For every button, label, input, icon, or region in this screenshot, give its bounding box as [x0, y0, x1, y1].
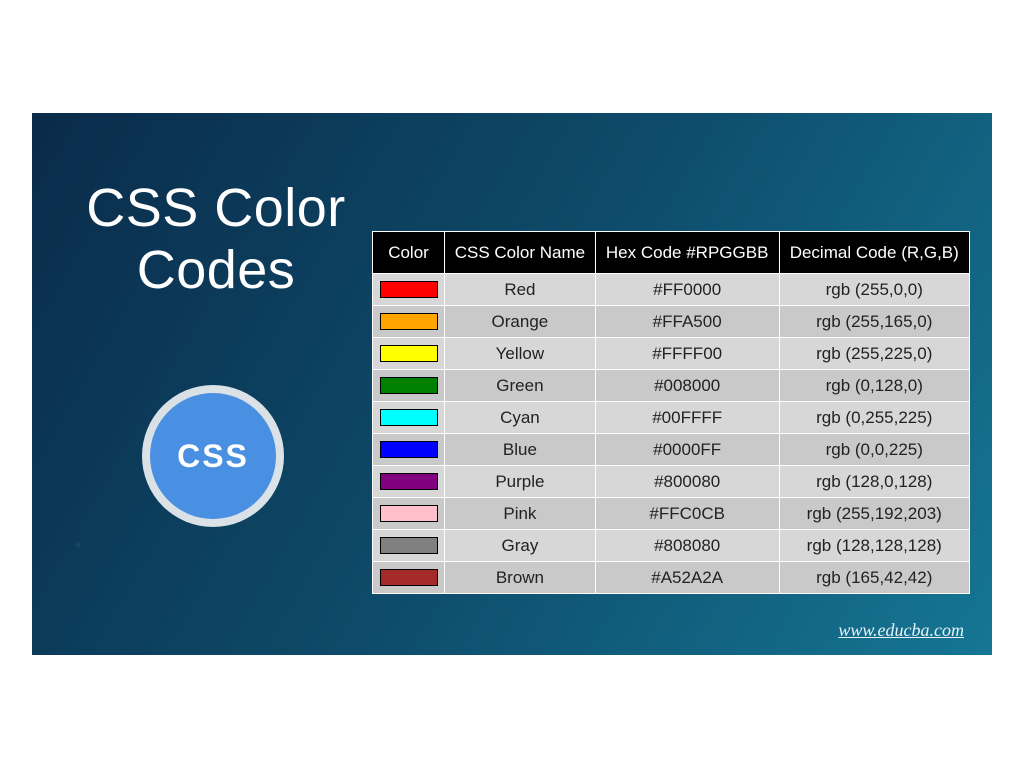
decimal-code: rgb (255,192,203)	[779, 498, 969, 530]
hex-code: #0000FF	[595, 434, 779, 466]
color-table-wrap: Color CSS Color Name Hex Code #RPGGBB De…	[372, 231, 970, 594]
hex-code: #A52A2A	[595, 562, 779, 594]
color-swatch	[380, 377, 438, 394]
color-name: Yellow	[445, 338, 596, 370]
color-swatch	[380, 313, 438, 330]
table-row: Purple#800080rgb (128,0,128)	[373, 466, 970, 498]
swatch-cell	[373, 274, 445, 306]
table-row: Red#FF0000rgb (255,0,0)	[373, 274, 970, 306]
color-name: Pink	[445, 498, 596, 530]
decimal-code: rgb (128,0,128)	[779, 466, 969, 498]
color-name: Red	[445, 274, 596, 306]
decimal-code: rgb (165,42,42)	[779, 562, 969, 594]
slide: CSS Color Codes CSS Color CSS Color Name…	[32, 113, 992, 655]
css-badge-text: CSS	[177, 438, 249, 475]
color-name: Purple	[445, 466, 596, 498]
color-swatch	[380, 537, 438, 554]
swatch-cell	[373, 306, 445, 338]
swatch-cell	[373, 338, 445, 370]
hex-code: #FFFF00	[595, 338, 779, 370]
table-row: Brown#A52A2Argb (165,42,42)	[373, 562, 970, 594]
hex-code: #FFC0CB	[595, 498, 779, 530]
col-name: CSS Color Name	[445, 232, 596, 274]
table-header-row: Color CSS Color Name Hex Code #RPGGBB De…	[373, 232, 970, 274]
color-name: Green	[445, 370, 596, 402]
decimal-code: rgb (255,225,0)	[779, 338, 969, 370]
swatch-cell	[373, 498, 445, 530]
decimal-code: rgb (255,0,0)	[779, 274, 969, 306]
hex-code: #008000	[595, 370, 779, 402]
swatch-cell	[373, 434, 445, 466]
site-link[interactable]: www.educba.com	[838, 620, 964, 641]
table-row: Yellow#FFFF00rgb (255,225,0)	[373, 338, 970, 370]
swatch-cell	[373, 530, 445, 562]
table-row: Green#008000rgb (0,128,0)	[373, 370, 970, 402]
color-name: Gray	[445, 530, 596, 562]
decimal-code: rgb (255,165,0)	[779, 306, 969, 338]
color-swatch	[380, 281, 438, 298]
color-table: Color CSS Color Name Hex Code #RPGGBB De…	[372, 231, 970, 594]
color-swatch	[380, 345, 438, 362]
css-badge: CSS	[150, 393, 276, 519]
hex-code: #00FFFF	[595, 402, 779, 434]
decimal-code: rgb (0,128,0)	[779, 370, 969, 402]
hex-code: #800080	[595, 466, 779, 498]
decimal-code: rgb (0,0,225)	[779, 434, 969, 466]
table-row: Pink#FFC0CBrgb (255,192,203)	[373, 498, 970, 530]
swatch-cell	[373, 370, 445, 402]
col-hex: Hex Code #RPGGBB	[595, 232, 779, 274]
hex-code: #FF0000	[595, 274, 779, 306]
hex-code: #808080	[595, 530, 779, 562]
table-row: Blue#0000FFrgb (0,0,225)	[373, 434, 970, 466]
color-name: Brown	[445, 562, 596, 594]
swatch-cell	[373, 466, 445, 498]
col-dec: Decimal Code (R,G,B)	[779, 232, 969, 274]
col-color: Color	[373, 232, 445, 274]
color-swatch	[380, 473, 438, 490]
hex-code: #FFA500	[595, 306, 779, 338]
color-swatch	[380, 569, 438, 586]
swatch-cell	[373, 562, 445, 594]
table-row: Orange#FFA500rgb (255,165,0)	[373, 306, 970, 338]
color-swatch	[380, 505, 438, 522]
color-name: Cyan	[445, 402, 596, 434]
color-swatch	[380, 409, 438, 426]
color-name: Blue	[445, 434, 596, 466]
color-swatch	[380, 441, 438, 458]
page-title: CSS Color Codes	[76, 177, 356, 301]
table-row: Cyan#00FFFFrgb (0,255,225)	[373, 402, 970, 434]
table-row: Gray#808080rgb (128,128,128)	[373, 530, 970, 562]
swatch-cell	[373, 402, 445, 434]
decimal-code: rgb (128,128,128)	[779, 530, 969, 562]
color-name: Orange	[445, 306, 596, 338]
decimal-code: rgb (0,255,225)	[779, 402, 969, 434]
